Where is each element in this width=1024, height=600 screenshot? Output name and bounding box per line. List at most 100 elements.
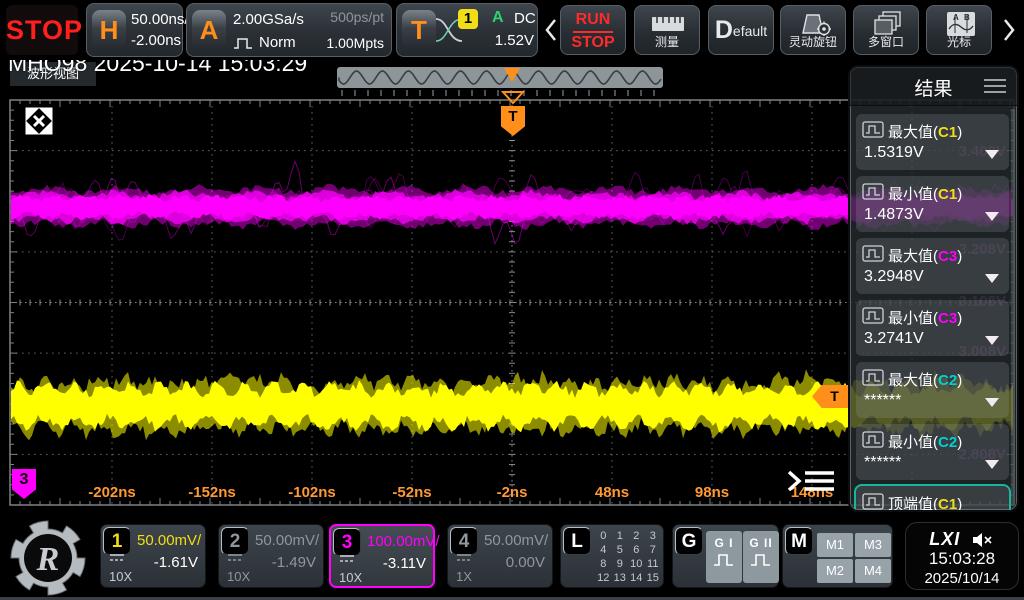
results-panel: 结果 最大值(C1)1.5319V 最小值(C1)1.4873V 最大值(C3)3.…	[848, 65, 1019, 512]
quick-knob-button[interactable]: 灵动旋钮	[780, 5, 846, 55]
result-item-最大值-C1[interactable]: 最大值(C1)1.5319V	[856, 114, 1009, 170]
channel-2-box[interactable]: 250.00mV/-1.49V10X	[218, 524, 324, 588]
trigger-level-value: 1.52V	[468, 32, 534, 49]
logic-channel-14: 14	[630, 572, 642, 584]
channel-4-box[interactable]: 450.00mV/0.00V1X	[447, 524, 553, 588]
logic-channel-10: 10	[630, 558, 642, 570]
logic-channel-15: 15	[647, 572, 659, 584]
trigger-position-pointer-icon[interactable]	[504, 68, 520, 82]
math-box: M M1 M3 M2 M4	[782, 524, 893, 588]
bottom-status-bar: R 150.00mV/-1.61V10X250.00mV/-1.49V10X31…	[0, 512, 1024, 600]
multi-window-button[interactable]: 多窗口	[853, 5, 919, 55]
result-item-最大值-C2[interactable]: 最大值(C2)******	[856, 362, 1009, 418]
logic-channel-11: 11	[647, 558, 658, 570]
channel-1-box[interactable]: 150.00mV/-1.61V10X	[100, 524, 206, 588]
logic-channel-grid: 0123456789101112131415	[595, 529, 661, 585]
generator-g1-button[interactable]: G I	[706, 531, 742, 583]
result-item-最大值-C3[interactable]: 最大值(C3)3.2948V	[856, 238, 1009, 294]
channel-number-badge: 3	[333, 528, 361, 556]
result-value: 3.2741V	[864, 330, 924, 348]
result-item-最小值-C1[interactable]: 最小值(C1)1.4873V	[856, 176, 1009, 232]
expand-result-icon[interactable]	[985, 398, 999, 407]
measurement-icon	[862, 493, 884, 511]
logic-channel-13: 13	[614, 572, 626, 584]
result-value: 1.5319V	[864, 144, 924, 162]
horizontal-offset: -2.00ns	[131, 32, 181, 49]
svg-text:48ns: 48ns	[595, 484, 629, 501]
channel-scale: 50.00mV/	[484, 532, 548, 549]
logic-channels-box[interactable]: L 0123456789101112131415	[560, 524, 664, 588]
dc-coupling-icon	[339, 554, 355, 566]
ruler-icon	[651, 15, 685, 33]
channel-number-badge: 1	[103, 527, 131, 555]
math-m4-button[interactable]: M4	[855, 559, 891, 583]
measurement-icon	[862, 121, 884, 139]
svg-text:-202ns: -202ns	[88, 484, 136, 501]
results-panel-collapse-menu-icon[interactable]	[786, 467, 838, 497]
expand-fullscreen-icon[interactable]	[25, 107, 53, 135]
lxi-status-box[interactable]: LXI 15:03:28 2025/10/14	[905, 522, 1019, 590]
lxi-logo: LXI	[929, 529, 960, 549]
logic-channel-12: 12	[597, 572, 609, 584]
math-m2-button[interactable]: M2	[817, 559, 853, 583]
square-wave-icon	[712, 550, 736, 568]
logic-channel-5: 5	[617, 544, 623, 556]
results-panel-header[interactable]: 结果	[850, 67, 1017, 106]
generator-box: G G I G II	[672, 524, 779, 588]
results-scrollbar[interactable]	[1011, 109, 1015, 506]
result-item-最小值-C2[interactable]: 最小值(C2)******	[856, 424, 1009, 480]
channel-offset: 0.00V	[506, 554, 545, 571]
result-value: 1.4873V	[864, 206, 924, 224]
logic-channel-7: 7	[650, 544, 656, 556]
rigol-logo: R	[10, 520, 86, 596]
channel-scale: 100.00mV/	[367, 533, 440, 550]
expand-result-icon[interactable]	[985, 212, 999, 221]
multi-window-label: 多窗口	[854, 33, 918, 50]
channel-scale: 50.00mV/	[255, 532, 319, 549]
trigger-coupling: DC	[514, 10, 536, 27]
acquisition-settings-group[interactable]: A 2.00GSa/s Norm 500ps/pt 1.00Mpts	[186, 3, 392, 57]
sample-resolution: 500ps/pt	[330, 9, 384, 25]
default-button[interactable]: Default	[708, 5, 774, 55]
measurement-icon	[862, 183, 884, 201]
svg-text:R: R	[36, 541, 60, 578]
channel-offset: -3.11V	[383, 555, 426, 572]
svg-text:98ns: 98ns	[695, 484, 729, 501]
measurement-icon	[862, 431, 884, 449]
measurement-icon	[862, 245, 884, 263]
result-item-顶端值-C1[interactable]: 顶端值(C1)	[856, 486, 1009, 512]
generator-g2-button[interactable]: G II	[743, 531, 779, 583]
horizontal-position-scrollbar[interactable]	[337, 67, 663, 88]
clock-date: 2025/10/14	[906, 570, 1018, 587]
sample-rate: 2.00GSa/s	[233, 11, 304, 28]
channel-number-badge: 4	[450, 527, 478, 555]
dc-coupling-icon	[456, 553, 472, 565]
expand-result-icon[interactable]	[985, 274, 999, 283]
toolbar-scroll-right-icon[interactable]	[1002, 18, 1016, 42]
expand-result-icon[interactable]	[985, 460, 999, 469]
channel-offset: -1.49V	[272, 554, 316, 571]
math-m1-button[interactable]: M1	[817, 533, 853, 557]
trigger-slope: A	[492, 9, 504, 27]
results-menu-icon[interactable]	[983, 78, 1007, 94]
expand-result-icon[interactable]	[985, 150, 999, 159]
logic-channel-4: 4	[600, 544, 606, 556]
trigger-source-badge: 1	[458, 9, 478, 29]
result-item-最小值-C3[interactable]: 最小值(C3)3.2741V	[856, 300, 1009, 356]
run-stop-button[interactable]: RUN STOP	[560, 5, 626, 55]
logic-channel-0: 0	[600, 530, 606, 542]
logic-badge: L	[563, 527, 591, 555]
expand-result-icon[interactable]	[985, 336, 999, 345]
svg-text:-152ns: -152ns	[188, 484, 236, 501]
memory-depth: 1.00Mpts	[326, 35, 384, 51]
math-m3-button[interactable]: M3	[855, 533, 891, 557]
acquisition-status-stop[interactable]: STOP	[6, 5, 78, 55]
toolbar-scroll-left-icon[interactable]	[544, 18, 558, 42]
channel-3-box[interactable]: 3100.00mV/-3.11V10X	[329, 524, 435, 588]
horizontal-settings-group[interactable]: H 50.00ns/ -2.00ns	[86, 3, 183, 57]
result-value: ******	[864, 392, 901, 410]
cursor-button[interactable]: A B 光标	[926, 5, 992, 55]
clock-time: 15:03:28	[906, 549, 1018, 569]
sound-muted-icon	[971, 531, 995, 549]
measure-button[interactable]: 测量	[634, 5, 700, 55]
